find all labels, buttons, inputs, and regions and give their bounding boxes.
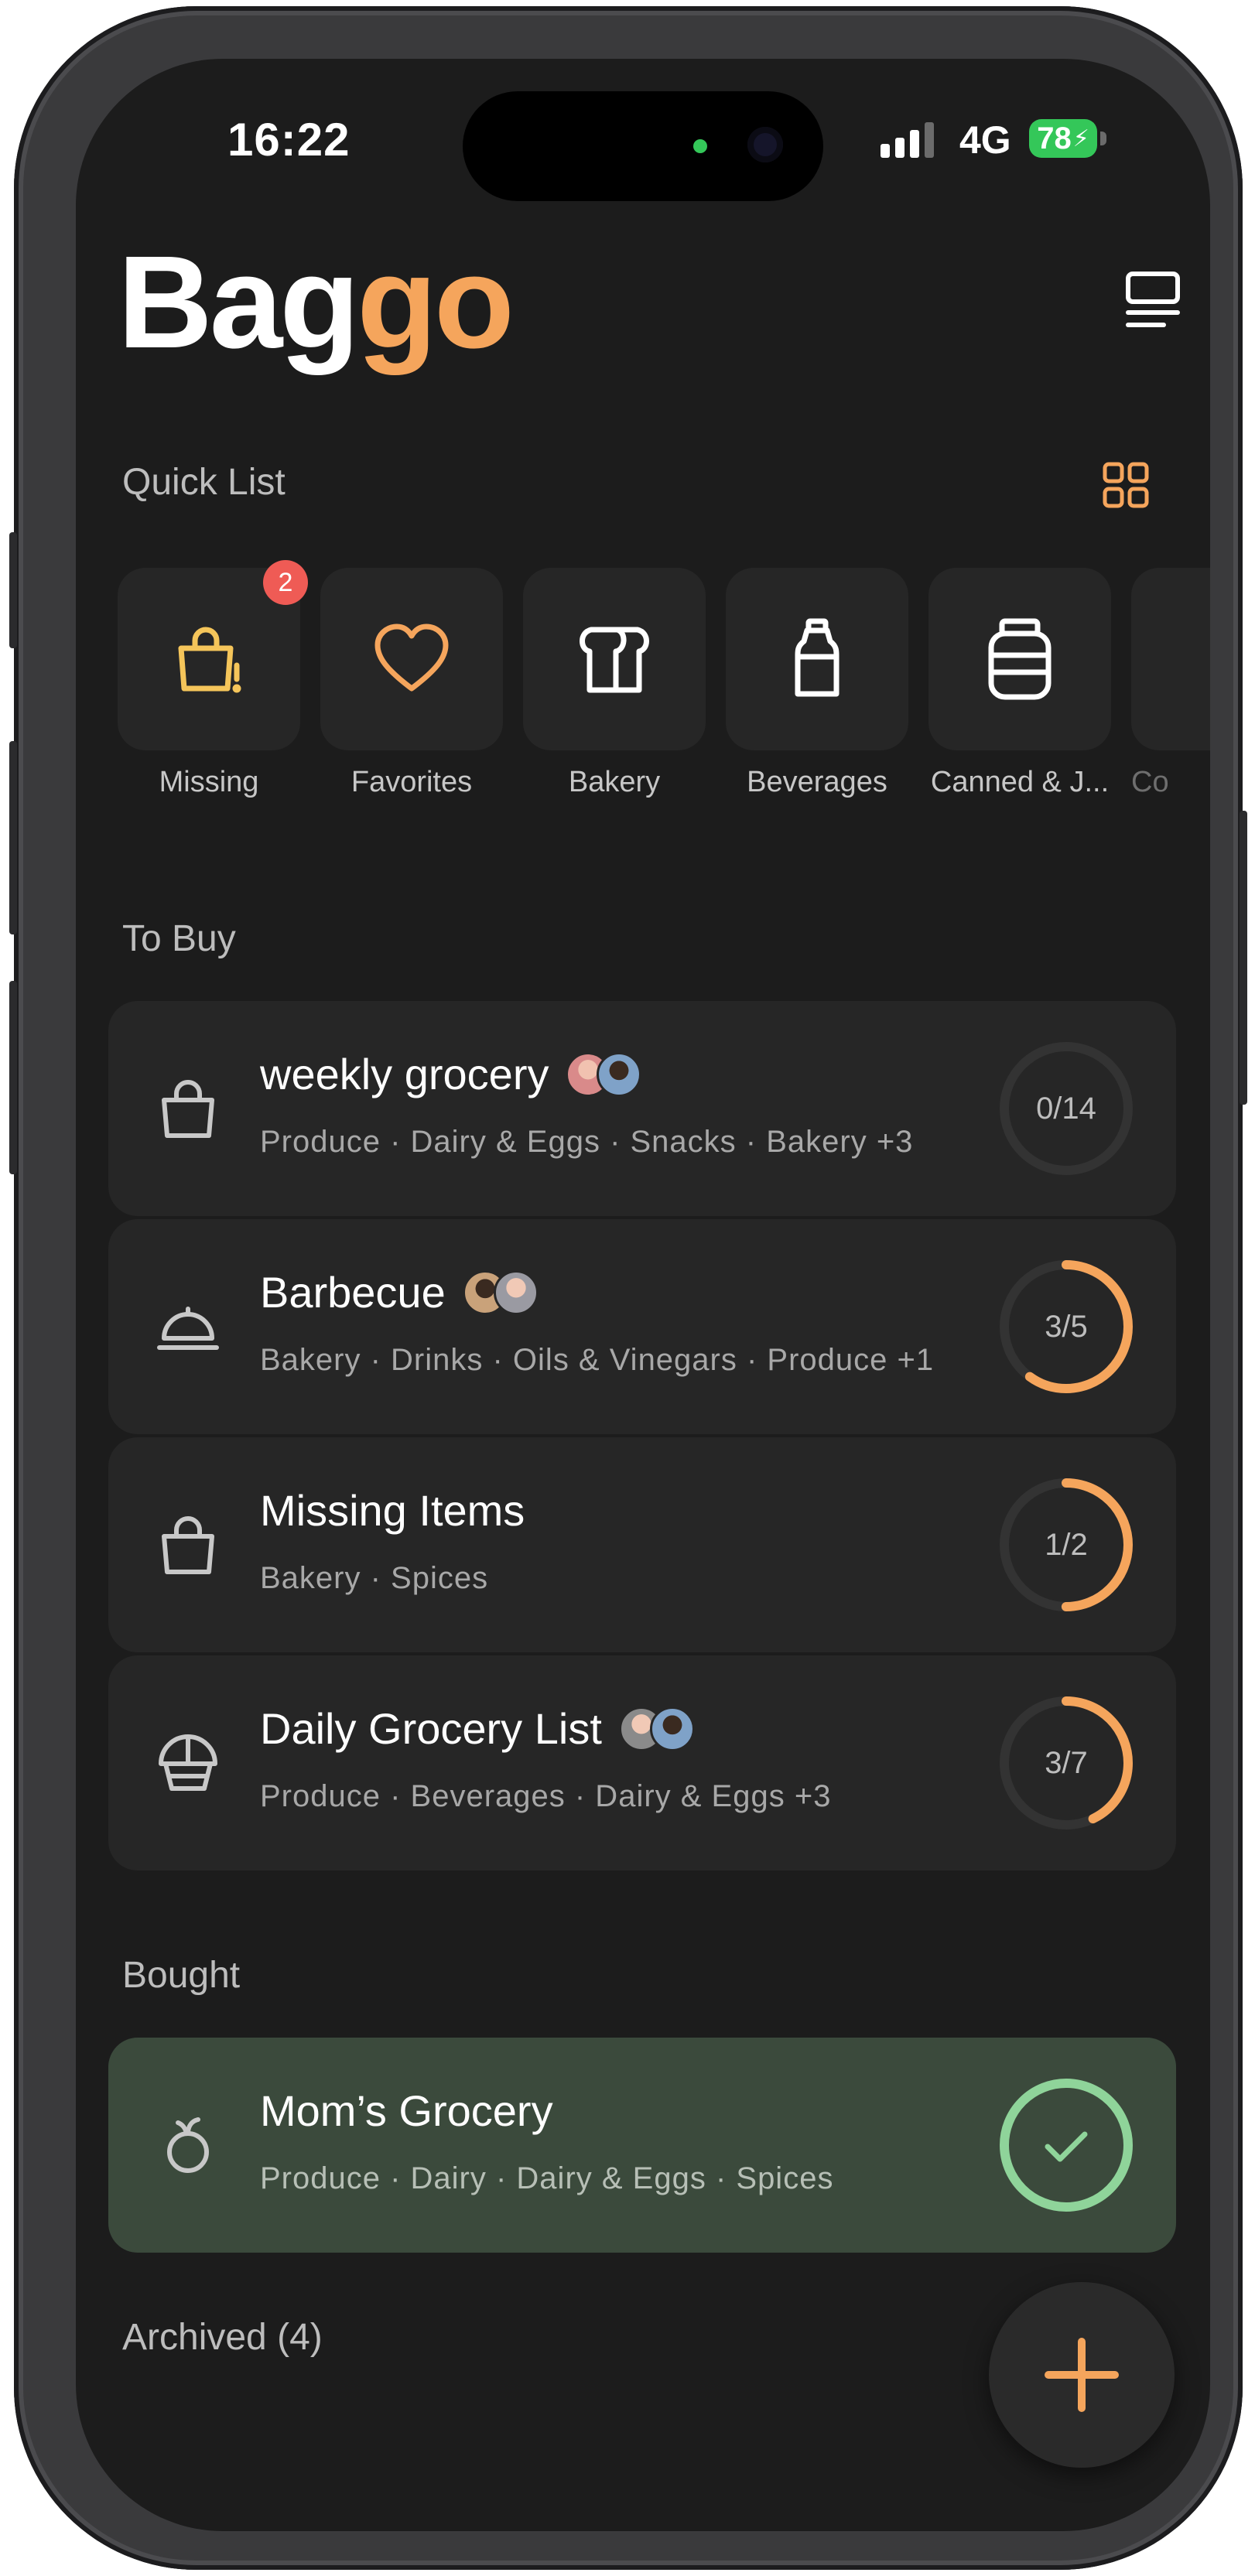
quick-item-canned[interactable]: Canned & J...: [928, 568, 1111, 799]
camera-indicator-icon: [693, 139, 707, 153]
missing-count-badge: 2: [263, 560, 308, 605]
list-title: Mom’s Grocery: [260, 2086, 553, 2135]
list-categories: Produce · Dairy & Eggs · Snacks · Bakery…: [260, 1125, 914, 1159]
quick-item-tile[interactable]: [523, 568, 706, 750]
list-title: Missing Items: [260, 1486, 525, 1535]
add-list-button[interactable]: [989, 2282, 1175, 2468]
list-card-daily-grocery[interactable]: Daily Grocery List Produce · Beverages ·…: [108, 1655, 1176, 1871]
avatar: [649, 1706, 695, 1751]
bag-alert-icon: [178, 627, 241, 693]
completed-check[interactable]: [997, 2075, 1136, 2215]
quick-item-favorites[interactable]: Favorites: [320, 568, 503, 799]
quick-item-tile[interactable]: [726, 568, 908, 750]
network-type: 4G: [959, 118, 1011, 162]
progress-count: 1/2: [1045, 1527, 1088, 1562]
signal-icon: [881, 122, 934, 158]
menu-list-icon: [1126, 272, 1180, 327]
to-buy-heading: To Buy: [122, 918, 236, 959]
shared-avatars: [566, 1051, 642, 1097]
list-card-weekly-grocery[interactable]: weekly grocery Produce · Dairy & Eggs · …: [108, 1001, 1176, 1216]
shopping-bag-icon: [162, 1080, 214, 1138]
quick-item-tile[interactable]: [928, 568, 1111, 750]
grocery-basket-icon: [159, 1734, 217, 1791]
mute-switch: [9, 532, 17, 648]
quick-item-label: Co: [1131, 766, 1169, 798]
quick-item-label: Canned & J...: [930, 766, 1110, 798]
list-card-barbecue[interactable]: Barbecue Bakery · Drinks · Oils & Vinega…: [108, 1219, 1176, 1434]
quick-item-missing[interactable]: 2 Missing: [118, 560, 308, 799]
quick-item-partial[interactable]: Co: [1131, 568, 1210, 799]
avatar: [597, 1051, 642, 1097]
phone-frame: 16:22 4G 78 ⚡ Baggo Quick List 2 Missing…: [9, 6, 1247, 2570]
quick-item-bakery[interactable]: Bakery: [523, 568, 706, 799]
progress-count: 0/14: [1036, 1091, 1096, 1126]
power-button: [1240, 811, 1247, 1105]
charging-bolt-icon: ⚡: [1072, 125, 1089, 152]
logo-part-2: go: [357, 229, 515, 376]
progress-count: 3/5: [1045, 1309, 1088, 1344]
bottle-icon: [795, 618, 840, 697]
quick-item-tile[interactable]: [320, 568, 503, 750]
battery-icon: 78 ⚡: [1029, 119, 1097, 158]
list-title: Daily Grocery List: [260, 1704, 602, 1753]
list-categories: Produce · Beverages · Dairy & Eggs +3: [260, 1779, 832, 1813]
quick-item-label: Bakery: [568, 766, 661, 798]
shared-avatars: [462, 1269, 539, 1315]
list-categories: Bakery · Spices: [260, 1561, 489, 1595]
battery-tip: [1100, 132, 1106, 145]
quick-item-tile[interactable]: 2: [118, 560, 308, 750]
volume-down-button: [9, 981, 17, 1174]
progress-ring: 3/5: [997, 1257, 1136, 1396]
list-card-moms-grocery[interactable]: Mom’s Grocery Produce · Dairy · Dairy & …: [108, 2038, 1176, 2253]
front-camera-icon: [747, 127, 783, 162]
list-title: weekly grocery: [260, 1050, 549, 1098]
quick-item-label: Beverages: [747, 766, 887, 798]
plus-icon: [1045, 2338, 1119, 2412]
avatar: [493, 1269, 539, 1315]
shared-avatars: [618, 1706, 695, 1751]
grid-icon: [1103, 462, 1149, 508]
app-logo: Baggo: [118, 237, 515, 368]
progress-ring: 0/14: [997, 1039, 1136, 1178]
apple-icon: [167, 2117, 209, 2173]
quick-item-beverages[interactable]: Beverages: [726, 568, 908, 799]
check-icon: [1045, 2131, 1088, 2162]
quick-item-label: Missing: [159, 766, 259, 798]
quick-item-tile[interactable]: [1131, 568, 1210, 750]
archived-heading[interactable]: Archived (4): [122, 2316, 323, 2359]
quick-list-grid-button[interactable]: [1102, 461, 1150, 509]
shopping-bag-icon: [162, 1516, 214, 1574]
list-categories: Bakery · Drinks · Oils & Vinegars · Prod…: [260, 1343, 935, 1377]
bought-heading: Bought: [122, 1955, 241, 1996]
quick-list-heading: Quick List: [122, 462, 286, 503]
progress-ring: 3/7: [997, 1693, 1136, 1833]
app-screen: 16:22 4G 78 ⚡ Baggo Quick List 2 Missing…: [76, 59, 1210, 2531]
battery-level: 78: [1037, 121, 1072, 155]
volume-up-button: [9, 741, 17, 934]
menu-button[interactable]: [1120, 268, 1185, 333]
progress-count: 3/7: [1045, 1745, 1088, 1780]
dynamic-island: [463, 91, 823, 201]
status-time: 16:22: [227, 114, 351, 166]
quick-list-row: 2 Missing Favorites Bakery Beverages Can…: [118, 560, 1210, 823]
heart-icon: [374, 624, 449, 692]
progress-ring: 1/2: [997, 1475, 1136, 1614]
list-card-missing-items[interactable]: Missing Items Bakery · Spices 1/2: [108, 1437, 1176, 1652]
quick-item-label: Favorites: [351, 766, 473, 798]
bread-icon: [580, 627, 649, 693]
list-categories: Produce · Dairy · Dairy & Eggs · Spices: [260, 2161, 834, 2195]
jar-icon: [988, 618, 1052, 700]
list-title: Barbecue: [260, 1268, 446, 1317]
cloche-icon: [157, 1307, 219, 1350]
logo-part-1: Bag: [118, 229, 360, 376]
